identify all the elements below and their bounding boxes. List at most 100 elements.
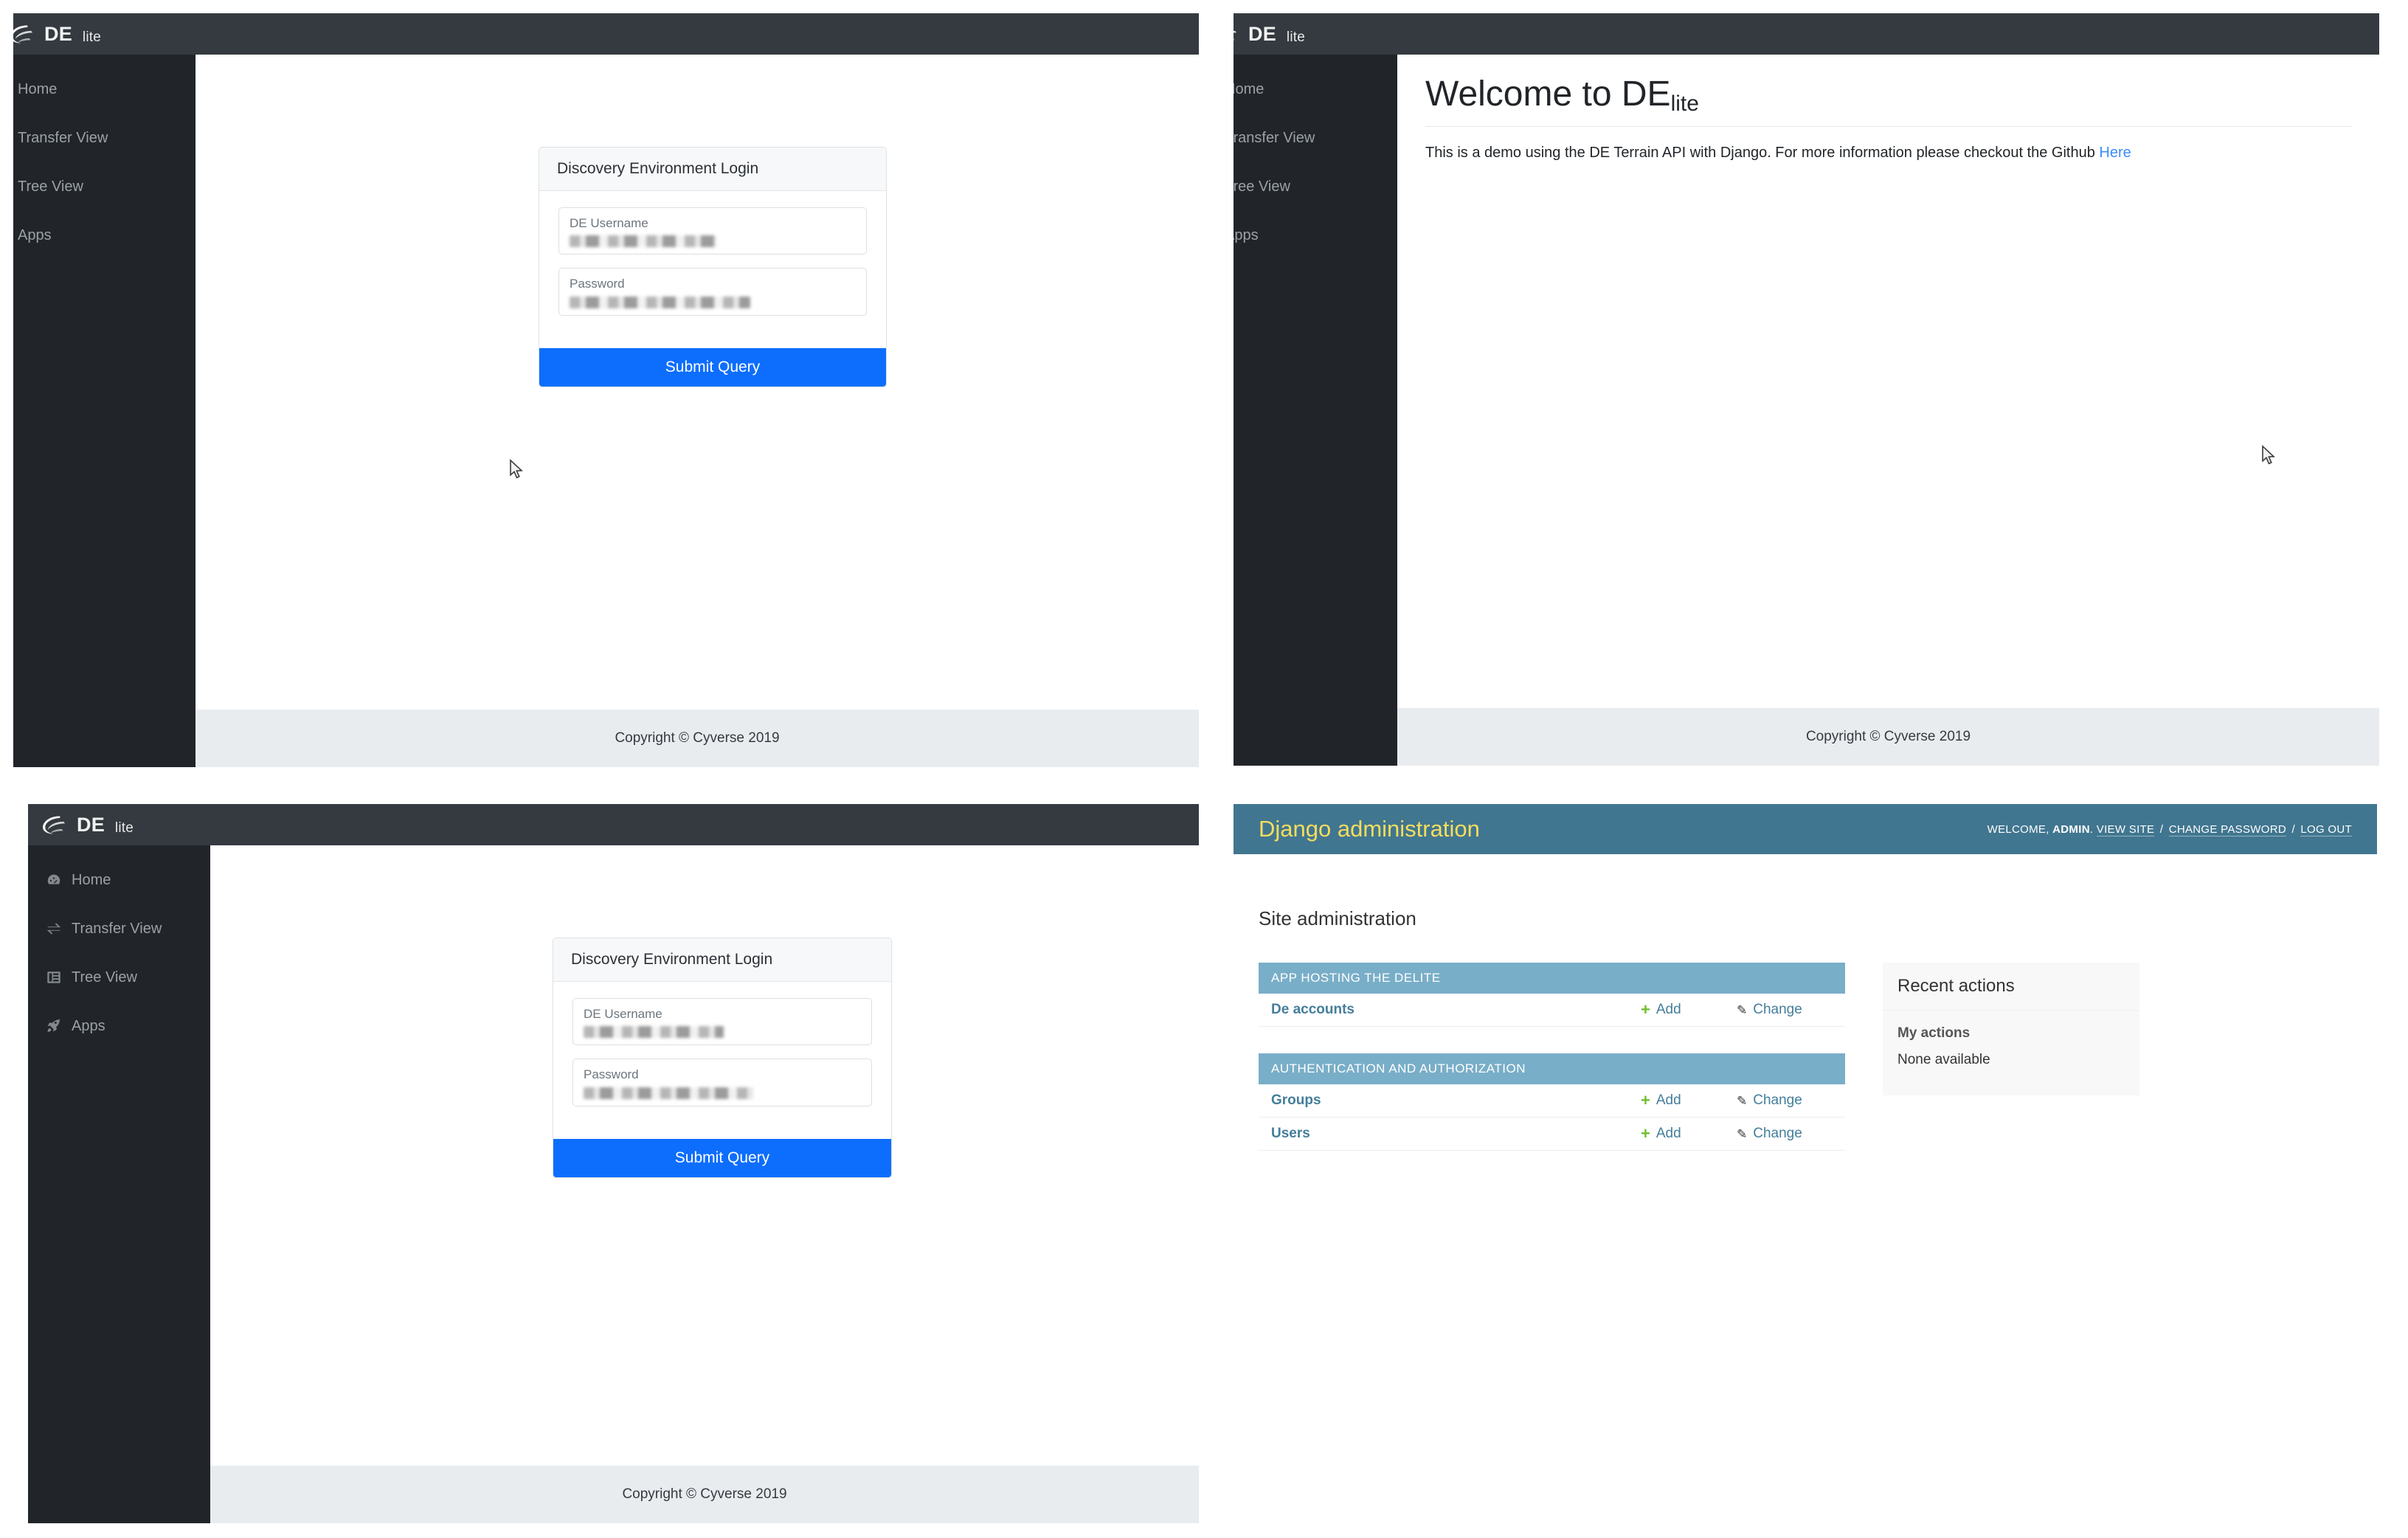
top-navbar: DE lite <box>28 804 1199 845</box>
screenshot-stage: DE lite Home Transfer View Tree View Apps… <box>0 0 2408 1538</box>
model-link-users[interactable]: Users <box>1271 1126 1310 1141</box>
model-name-cell: Users <box>1271 1126 1641 1142</box>
github-link[interactable]: Here <box>2099 145 2131 161</box>
submit-query-button[interactable]: Submit Query <box>539 347 886 387</box>
brand-sub-text: lite <box>82 30 102 45</box>
sidebar-item-transfer-view[interactable]: Transfer View <box>1234 114 1397 162</box>
username-field[interactable]: DE Username <box>558 207 867 255</box>
sidebar-item-home[interactable]: Home <box>13 65 196 114</box>
password-field[interactable]: Password <box>558 268 867 316</box>
username-label: DE Username <box>584 1007 662 1021</box>
app-caption: APP HOSTING THE DELITE <box>1259 963 1845 994</box>
app-module-delite: APP HOSTING THE DELITE De accounts + Add… <box>1259 963 1845 1027</box>
sidebar-item-tree-view[interactable]: Tree View <box>13 162 196 211</box>
django-user-tools: WELCOME, ADMIN. VIEW SITE / CHANGE PASSW… <box>1987 822 2352 836</box>
sidebar-item-label: Tree View <box>72 969 137 986</box>
sidebar-item-label: Home <box>1234 81 1264 97</box>
dashboard-icon <box>47 874 60 884</box>
welcome-suffix: . <box>2089 822 2094 836</box>
plus-icon: + <box>1641 1000 1650 1019</box>
change-password-link[interactable]: CHANGE PASSWORD <box>2168 822 2286 836</box>
panel-login-bottom-left: DE lite Home Transfer View Tree View App… <box>28 804 1199 1523</box>
brand-main-text: DE <box>77 813 105 836</box>
django-branding: Django administration <box>1259 816 1480 842</box>
sidebar-item-apps[interactable]: Apps <box>1234 211 1397 260</box>
sidebar-item-label: Transfer View <box>1234 130 1315 146</box>
sidebar-item-transfer-view[interactable]: Transfer View <box>13 114 196 162</box>
app-module-auth: AUTHENTICATION AND AUTHORIZATION Groups … <box>1259 1053 1845 1151</box>
sidebar-item-home[interactable]: Home <box>28 856 210 904</box>
footer-copyright: Copyright © Cyverse 2019 <box>615 730 780 746</box>
footer: Copyright © Cyverse 2019 <box>210 1466 1199 1523</box>
submit-query-button[interactable]: Submit Query <box>553 1138 891 1177</box>
change-action-cell: ✎ Change <box>1737 1002 1833 1018</box>
welcome-heading-main: Welcome to DE <box>1425 75 1671 114</box>
sidebar-item-home[interactable]: Home <box>1234 65 1397 114</box>
brand-logo[interactable]: DE lite <box>1234 23 1305 46</box>
cyverse-swoosh-logo-icon <box>10 25 32 44</box>
sidebar-item-transfer-view[interactable]: Transfer View <box>28 904 210 953</box>
sidebar-item-label: Tree View <box>1234 179 1290 195</box>
change-action-cell: ✎ Change <box>1737 1126 1833 1142</box>
table-row: Users + Add ✎ Change <box>1259 1118 1845 1151</box>
page-title: Welcome to DElite <box>1425 55 2351 126</box>
change-link[interactable]: Change <box>1753 1002 1802 1018</box>
login-card-title: Discovery Environment Login <box>553 938 891 982</box>
main-content: Welcome to DElite This is a demo using t… <box>1397 55 2379 766</box>
sidebar-item-label: Apps <box>1234 227 1259 243</box>
pencil-icon: ✎ <box>1737 1002 1748 1017</box>
plus-icon: + <box>1641 1091 1650 1109</box>
password-field[interactable]: Password <box>572 1059 872 1106</box>
footer: Copyright © Cyverse 2019 <box>196 710 1199 767</box>
log-out-link[interactable]: LOG OUT <box>2300 822 2352 836</box>
brand-main-text: DE <box>1248 22 1276 45</box>
add-action-cell: + Add <box>1641 1126 1737 1142</box>
link-separator: / <box>2159 822 2164 836</box>
change-link[interactable]: Change <box>1753 1092 1802 1109</box>
model-link-groups[interactable]: Groups <box>1271 1092 1321 1108</box>
main-content: Discovery Environment Login DE Username … <box>196 55 1199 767</box>
model-name-cell: De accounts <box>1271 1002 1641 1018</box>
sidebar-nav: Home Transfer View Tree View Apps <box>13 55 196 767</box>
current-username: ADMIN <box>2052 822 2090 836</box>
brand-logo[interactable]: DE lite <box>41 814 134 836</box>
welcome-prefix: WELCOME, <box>1987 822 2049 836</box>
panel-login-top-left: DE lite Home Transfer View Tree View Apps… <box>0 13 1199 767</box>
welcome-heading-sub: lite <box>1670 91 1699 116</box>
password-label: Password <box>570 277 625 291</box>
sidebar-item-apps[interactable]: Apps <box>28 1002 210 1050</box>
username-value-redacted <box>570 235 717 248</box>
pencil-icon: ✎ <box>1737 1126 1748 1141</box>
sidebar-item-tree-view[interactable]: Tree View <box>1234 162 1397 211</box>
add-action-cell: + Add <box>1641 1092 1737 1109</box>
link-separator: / <box>2291 822 2295 836</box>
sidebar-item-label: Transfer View <box>18 130 108 146</box>
login-card-body: DE Username Password <box>553 982 891 1139</box>
add-link[interactable]: Add <box>1656 1092 1681 1109</box>
brand-sub-text: lite <box>114 820 134 836</box>
sidebar-item-label: Tree View <box>18 179 83 195</box>
add-link[interactable]: Add <box>1656 1126 1681 1142</box>
footer: Copyright © Cyverse 2019 <box>1397 708 2379 766</box>
add-action-cell: + Add <box>1641 1002 1737 1018</box>
view-site-link[interactable]: VIEW SITE <box>2096 822 2155 836</box>
page-title: Site administration <box>1259 907 1416 929</box>
my-actions-subheading: My actions <box>1897 1025 1971 1041</box>
main-content: Discovery Environment Login DE Username … <box>210 845 1199 1523</box>
sidebar-item-apps[interactable]: Apps <box>13 211 196 260</box>
sidebar-item-tree-view[interactable]: Tree View <box>28 953 210 1002</box>
model-name-cell: Groups <box>1271 1092 1641 1109</box>
add-link[interactable]: Add <box>1656 1002 1681 1018</box>
username-field[interactable]: DE Username <box>572 998 872 1046</box>
model-link-de-accounts[interactable]: De accounts <box>1271 1002 1354 1017</box>
brand-logo[interactable]: DE lite <box>9 23 101 46</box>
change-action-cell: ✎ Change <box>1737 1092 1833 1109</box>
table-row: De accounts + Add ✎ Change <box>1259 994 1845 1027</box>
sidebar-item-label: Home <box>72 872 111 888</box>
password-value-redacted <box>584 1087 753 1099</box>
rocket-icon <box>47 1019 60 1032</box>
login-card-title: Discovery Environment Login <box>539 148 886 191</box>
change-link[interactable]: Change <box>1753 1126 1802 1142</box>
sidebar-item-label: Transfer View <box>72 921 162 937</box>
table-columns-icon <box>47 971 60 983</box>
